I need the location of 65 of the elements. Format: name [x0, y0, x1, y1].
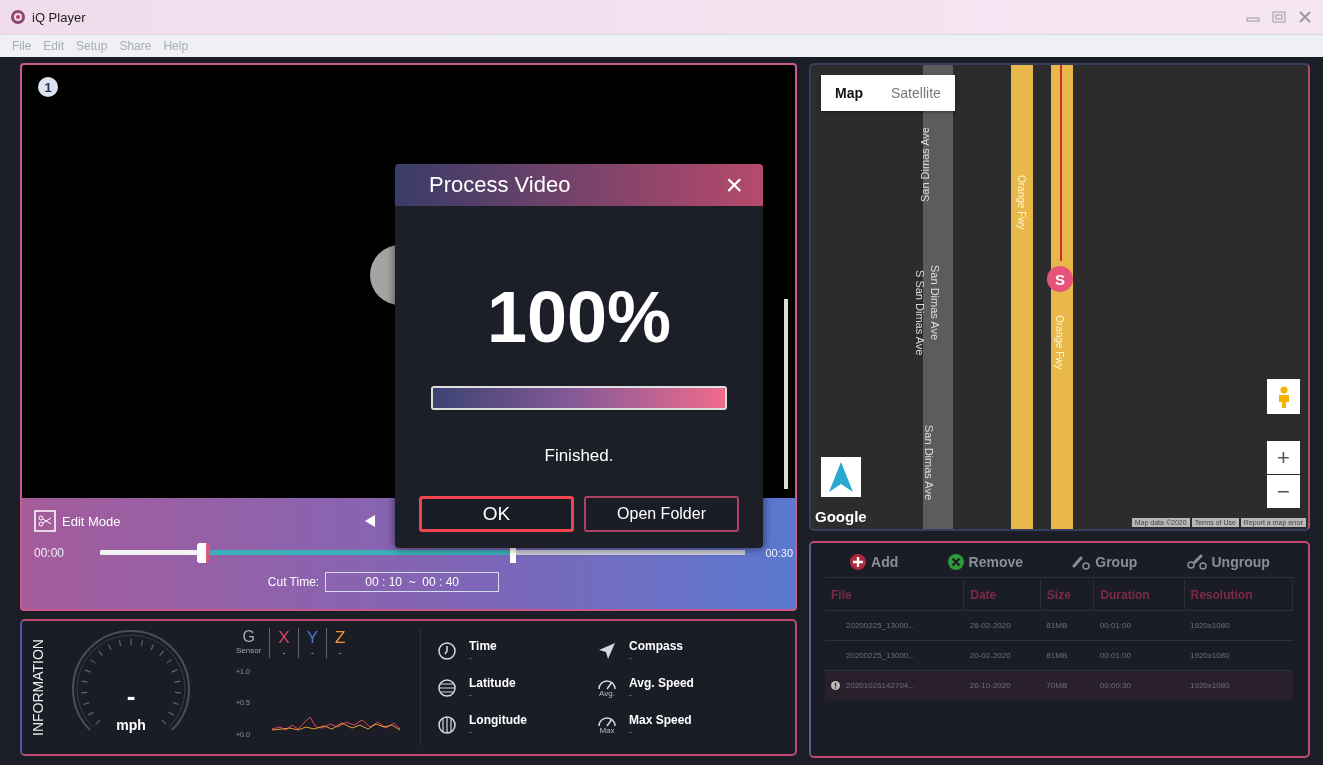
cut-time-label: Cut Time:: [267, 575, 320, 589]
group-button[interactable]: Group: [1065, 553, 1144, 571]
table-cell: 20200225_13000...: [846, 651, 915, 660]
street-label: Orange Fwy: [1016, 175, 1027, 230]
start-marker: S: [1047, 266, 1073, 292]
table-cell: 00:00:30: [1093, 670, 1184, 700]
info-label: Time: [469, 639, 497, 653]
table-cell: 1920x1080: [1184, 610, 1293, 641]
info-value: -: [629, 690, 633, 699]
sensor-label: Sensor: [236, 645, 262, 655]
map-type-tab[interactable]: Map: [821, 75, 877, 111]
window-title: iQ Player: [32, 9, 86, 25]
axis-label: X: [278, 627, 290, 648]
info-label: Longitude: [469, 713, 527, 727]
dialog-title: Process Video: [429, 172, 571, 198]
info-value: -: [469, 653, 473, 662]
street-label: San Dimas Ave: [923, 425, 935, 500]
cut-time-field[interactable]: 00 : 10 ~ 00 : 40: [325, 572, 500, 592]
info-value: -: [469, 690, 473, 699]
zoom-in-button[interactable]: +: [1267, 441, 1300, 474]
street-label: San Dimas Ave: [929, 265, 941, 340]
status-text: Finished.: [544, 446, 614, 466]
map-logo: Google: [815, 508, 867, 525]
icon-caption: Max: [599, 726, 615, 735]
channel-badge: 1: [38, 77, 58, 97]
speed-value: -: [125, 680, 137, 712]
progress-percent: 100%: [486, 276, 672, 358]
speed-unit: mph: [115, 716, 147, 733]
info-label: Latitude: [469, 676, 516, 690]
table-cell: 26-10-2020: [963, 670, 1041, 700]
table-cell: 20200225_13000...: [846, 621, 915, 630]
remove-button[interactable]: Remove: [940, 552, 1030, 572]
table-cell: 1920x1080: [1184, 670, 1293, 700]
add-button[interactable]: Add: [843, 552, 905, 572]
table-cell: 26-02-2020: [963, 610, 1041, 641]
open-folder-button[interactable]: Open Folder: [584, 496, 739, 532]
axis-value: -: [310, 647, 314, 658]
street-label: S San Dimas Ave: [914, 270, 926, 356]
axis-label: Y: [306, 627, 319, 648]
table-cell: 70MB: [1040, 670, 1094, 700]
axis-value: -: [282, 647, 286, 658]
axis-label: Z: [335, 627, 346, 648]
info-label: Avg. Speed: [629, 676, 694, 690]
info-label: Max Speed: [629, 713, 692, 727]
street-label: San Dimas Ave: [919, 127, 931, 202]
map-type-tab[interactable]: Satellite: [877, 75, 955, 111]
ungroup-button[interactable]: Ungroup: [1179, 553, 1276, 571]
g-sensor-label: G: [242, 627, 255, 646]
info-value: -: [469, 727, 473, 736]
panel-title: INFORMATION: [30, 639, 46, 736]
info-value: -: [629, 653, 633, 662]
axis-value: -: [338, 647, 342, 658]
table-cell: 20201026142704...: [846, 681, 915, 690]
table-cell: 00:01:00: [1093, 610, 1184, 641]
info-value: -: [629, 727, 633, 736]
edit-mode-label[interactable]: Edit Mode: [62, 513, 121, 529]
close-button[interactable]: ×: [725, 170, 743, 200]
end-time: 00:30: [765, 547, 793, 559]
start-time: 00:00: [34, 546, 66, 560]
ok-button[interactable]: OK: [419, 496, 574, 532]
icon-caption: Avg.: [599, 689, 615, 698]
info-label: Compass: [629, 639, 684, 653]
zoom-out-button[interactable]: −: [1267, 475, 1300, 508]
street-label: Orange Fwy: [1054, 315, 1065, 370]
table-cell: 81MB: [1040, 610, 1094, 641]
